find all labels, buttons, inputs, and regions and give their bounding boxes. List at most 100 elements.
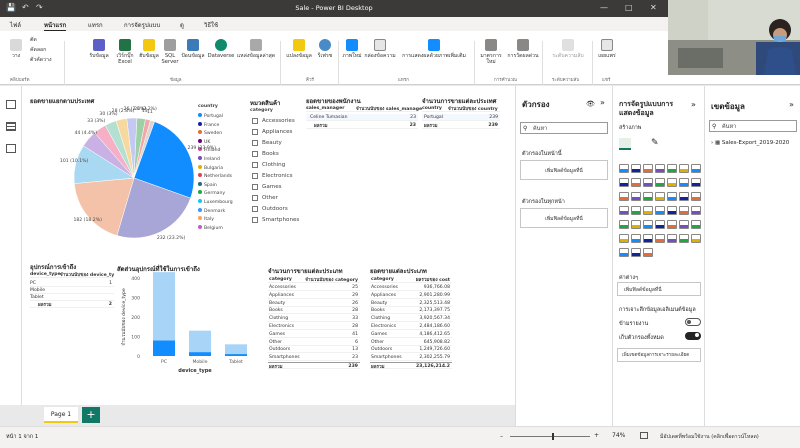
visual-type-icon[interactable] xyxy=(655,164,665,173)
zoom-slider[interactable] xyxy=(510,433,590,440)
excel-button[interactable]: เวิร์กบุ๊ก Excel xyxy=(112,39,138,65)
publish-button[interactable]: เผยแพร่ xyxy=(594,39,620,59)
visual-type-icon[interactable] xyxy=(643,248,653,257)
visual-type-icon[interactable] xyxy=(655,206,665,215)
visual-type-icon[interactable] xyxy=(631,234,641,243)
more-visuals-button[interactable]: การแสดงผลด้วยภาพเพิ่มเติม xyxy=(396,39,472,59)
visual-type-icon[interactable] xyxy=(619,220,629,229)
quick-measure-button[interactable]: การวัดผลด่วน xyxy=(506,39,540,59)
menu-format[interactable]: การจัดรูปแบบ xyxy=(124,20,160,30)
transform-data-button[interactable]: แปลงข้อมูล xyxy=(284,39,314,59)
bar[interactable] xyxy=(189,330,211,353)
collapse-icon[interactable]: » xyxy=(691,100,696,109)
dataverse-button[interactable]: Dataverse xyxy=(206,39,236,59)
bar[interactable] xyxy=(189,352,211,356)
model-view-icon[interactable] xyxy=(6,144,16,153)
text-box-button[interactable]: กล่องข้อความ xyxy=(364,39,396,59)
visual-type-icon[interactable] xyxy=(619,248,629,257)
cut-button[interactable]: ตัด xyxy=(30,37,54,43)
maximize-icon[interactable]: □ xyxy=(625,3,633,12)
bar[interactable] xyxy=(153,272,175,341)
sensitivity-button[interactable]: ระดับความลับ xyxy=(548,39,588,59)
filter-all-well[interactable]: เพิ่มฟิลด์ข้อมูลที่นี่ xyxy=(520,208,608,228)
visual-type-icon[interactable] xyxy=(643,164,653,173)
visual-type-icon[interactable] xyxy=(619,192,629,201)
visual-type-icon[interactable] xyxy=(619,206,629,215)
visual-type-icon[interactable] xyxy=(691,234,701,243)
visual-type-icon[interactable] xyxy=(655,234,665,243)
visual-type-icon[interactable] xyxy=(619,234,629,243)
visual-type-icon[interactable] xyxy=(631,164,641,173)
slicer-checkbox[interactable] xyxy=(252,206,258,212)
visual-type-icon[interactable] xyxy=(679,234,689,243)
visual-type-icon[interactable] xyxy=(631,178,641,187)
visual-type-icon[interactable] xyxy=(679,206,689,215)
field-table-item[interactable]: › ▦ Sales-Export_2019-2020 xyxy=(711,140,789,146)
legend-item[interactable]: Luxembourg xyxy=(198,199,233,205)
pie-chart[interactable] xyxy=(62,106,212,246)
drill-well[interactable]: เพิ่มเขตข้อมูลการเจาะรายละเอียด xyxy=(617,348,701,362)
filter-page-well[interactable]: เพิ่มฟิลด์ข้อมูลที่นี่ xyxy=(520,160,608,180)
data-hub-button[interactable]: ฮับข้อมูล xyxy=(138,39,160,59)
slicer-checkbox[interactable] xyxy=(252,184,258,190)
paste-button[interactable]: วาง xyxy=(6,39,26,59)
values-well[interactable]: เพิ่มฟิลด์ข้อมูลที่นี่ xyxy=(617,282,701,296)
new-measure-button[interactable]: มาตรการใหม่ xyxy=(476,39,506,65)
visual-type-icon[interactable] xyxy=(691,164,701,173)
visual-type-icon[interactable] xyxy=(631,192,641,201)
legend-item[interactable]: Spain xyxy=(198,181,217,188)
filter-search-input[interactable]: ค้นหา xyxy=(520,122,608,134)
visual-type-icon[interactable] xyxy=(691,178,701,187)
legend-item[interactable]: Netherlands xyxy=(198,173,232,179)
visual-type-icon[interactable] xyxy=(631,248,641,257)
device-bar-chart[interactable]: 0 100 200 300 400 PC Mobile Tablet device_type จำ… xyxy=(117,272,257,376)
page-tab[interactable]: Page 1 xyxy=(44,407,78,423)
cross-report-toggle[interactable] xyxy=(685,318,701,326)
visual-type-icon[interactable] xyxy=(691,220,701,229)
legend-item[interactable]: Germany xyxy=(198,190,225,196)
slicer-checkbox[interactable] xyxy=(252,151,258,157)
legend-item[interactable]: France xyxy=(198,121,219,128)
menu-view[interactable]: ดู xyxy=(180,20,184,30)
visual-type-icon[interactable] xyxy=(667,178,677,187)
visual-type-icon[interactable] xyxy=(655,178,665,187)
zoom-out-button[interactable]: – xyxy=(500,433,503,440)
close-icon[interactable]: ✕ xyxy=(650,3,657,12)
collapse-icon[interactable]: » xyxy=(600,98,605,107)
legend-item[interactable]: Portugal xyxy=(198,113,223,119)
slicer-checkbox[interactable] xyxy=(252,140,258,146)
category-sales-table[interactable]: category ผลรวมของ cost Accessories 936,766.… xyxy=(370,276,452,372)
collapse-icon[interactable]: » xyxy=(789,100,794,109)
add-page-button[interactable]: + xyxy=(82,407,100,423)
visual-type-icon[interactable] xyxy=(619,164,629,173)
recent-sources-button[interactable]: แหล่งข้อมูลล่าสุด xyxy=(236,39,276,59)
copy-button[interactable]: คัดลอก xyxy=(30,47,54,53)
minimize-icon[interactable]: — xyxy=(600,3,608,12)
visual-type-icon[interactable] xyxy=(679,220,689,229)
slicer-checkbox[interactable] xyxy=(252,118,258,124)
visual-type-icon[interactable] xyxy=(667,192,677,201)
visual-type-icon[interactable] xyxy=(667,234,677,243)
menu-home[interactable]: หน้าแรก xyxy=(44,20,67,31)
visual-type-icon[interactable] xyxy=(679,178,689,187)
visual-type-icon[interactable] xyxy=(679,192,689,201)
visual-type-icon[interactable] xyxy=(631,206,641,215)
visual-type-icon[interactable] xyxy=(643,178,653,187)
visual-type-icon[interactable] xyxy=(655,192,665,201)
fit-page-icon[interactable] xyxy=(640,432,648,439)
bar[interactable] xyxy=(225,344,247,355)
sql-server-button[interactable]: SQL Server xyxy=(160,39,180,65)
slicer-checkbox[interactable] xyxy=(252,129,258,135)
visual-type-icon[interactable] xyxy=(643,192,653,201)
new-visual-button[interactable]: ภาพใหม่ xyxy=(340,39,364,59)
legend-item[interactable]: Belgium xyxy=(198,224,223,231)
legend-item[interactable]: Ireland xyxy=(198,156,220,162)
build-visual-tab[interactable] xyxy=(619,138,631,150)
visual-type-icon[interactable] xyxy=(691,192,701,201)
refresh-button[interactable]: รีเฟรช xyxy=(314,39,336,59)
report-view-icon[interactable] xyxy=(6,100,16,109)
visual-type-icon[interactable] xyxy=(643,234,653,243)
visual-type-icon[interactable] xyxy=(655,220,665,229)
slicer-checkbox[interactable] xyxy=(252,162,258,168)
format-painter-button[interactable]: ตัวคัดวาง xyxy=(30,57,60,63)
